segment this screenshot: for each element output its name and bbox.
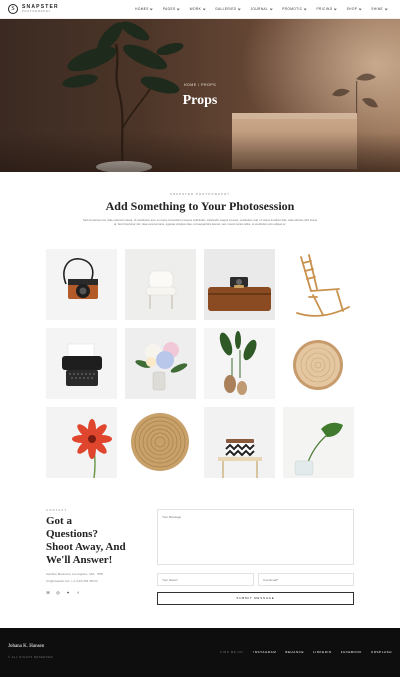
- intro-kicker: SNAPSTER PHOTOGRAPHY: [169, 192, 231, 196]
- chevron-down-icon: [150, 8, 153, 11]
- twitter-icon[interactable]: ✦: [66, 590, 70, 595]
- grid-item-plant-vases[interactable]: [204, 328, 275, 399]
- grid-item-typewriter[interactable]: [46, 328, 117, 399]
- nav-label: SHINE: [371, 7, 383, 11]
- nav-item-pricing[interactable]: PRICING: [312, 7, 342, 11]
- message-field[interactable]: [157, 509, 354, 565]
- brand-sub: PHOTOGRAPHY: [22, 9, 51, 13]
- submit-button[interactable]: SUBMIT MESSAGE: [157, 591, 354, 605]
- logo-mark: S: [8, 4, 18, 14]
- chevron-down-icon: [358, 8, 361, 11]
- chevron-down-icon: [269, 8, 272, 11]
- grid-item-woven-placemat[interactable]: [125, 407, 196, 478]
- intro-title: Add Something to Your Photosession: [105, 199, 295, 213]
- facebook-icon[interactable]: f: [76, 590, 80, 595]
- social-icons: ✉ ◎ ✦ f: [46, 590, 126, 595]
- chevron-down-icon: [304, 8, 307, 11]
- contact-kicker: CONTACT: [46, 508, 68, 512]
- grid-item-camera-strap[interactable]: [46, 249, 117, 320]
- footer-links: FIND ME ON: INSTAGRAM BEHANCE LINKEDIN F…: [220, 650, 392, 654]
- props-grid: [46, 249, 354, 478]
- nav-label: HOMES: [135, 7, 149, 11]
- nav-item-journal[interactable]: JOURNAL: [245, 7, 277, 11]
- chevron-down-icon: [202, 8, 205, 11]
- nav-label: JOURNAL: [250, 7, 269, 11]
- contact-info: CONTACT Got a Questions? Shoot Away, And…: [46, 508, 126, 595]
- contact-form: SUBMIT MESSAGE: [157, 509, 354, 605]
- footer-link-facebook[interactable]: FACEBOOK: [341, 650, 362, 654]
- nav-label: PROMOTIC: [282, 7, 303, 11]
- intro-section: SNAPSTER PHOTOGRAPHY Add Something to Yo…: [0, 192, 400, 227]
- brand-logo[interactable]: S SNAPSTER PHOTOGRAPHY: [8, 4, 59, 14]
- name-field[interactable]: [157, 573, 254, 586]
- email-field[interactable]: [257, 573, 354, 586]
- nav-item-work[interactable]: WORK: [185, 7, 211, 11]
- page-title: Props: [182, 92, 218, 108]
- nav-item-galleries[interactable]: GALLERIES: [210, 7, 245, 11]
- contact-phone-email[interactable]: info@snapster.com | +1 (123) 456 789 00: [46, 579, 126, 583]
- footer-link-unsplash[interactable]: UNSPLASH: [371, 650, 392, 654]
- chevron-down-icon: [384, 8, 387, 11]
- grid-item-stool-basket[interactable]: [204, 407, 275, 478]
- grid-item-white-chair[interactable]: [125, 249, 196, 320]
- footer-copyright: © ALL RIGHTS RESERVED: [8, 656, 54, 659]
- nav-label: PRICING: [316, 7, 333, 11]
- nav-label: SHOP: [346, 7, 358, 11]
- chevron-down-icon: [237, 8, 240, 11]
- grid-item-camera-suitcase[interactable]: [204, 249, 275, 320]
- footer-link-instagram[interactable]: INSTAGRAM: [253, 650, 276, 654]
- nav-item-promotic[interactable]: PROMOTIC: [277, 7, 311, 11]
- site-header: S SNAPSTER PHOTOGRAPHY HOMES PAGES WORK …: [0, 0, 400, 19]
- find-label: FIND ME ON:: [220, 650, 245, 654]
- chevron-down-icon: [334, 8, 337, 11]
- grid-item-flower-vase[interactable]: [125, 328, 196, 399]
- brand-name: SNAPSTER: [22, 3, 59, 10]
- nav-item-shop[interactable]: SHOP: [342, 7, 367, 11]
- nav-label: GALLERIES: [215, 7, 237, 11]
- intro-text: Sed id pulvinar nisl, vitae euismod mass…: [82, 219, 318, 227]
- grid-item-gerbera-flower[interactable]: [46, 407, 117, 478]
- grid-item-wood-slice[interactable]: [283, 328, 354, 399]
- footer-link-behance[interactable]: BEHANCE: [285, 650, 304, 654]
- main-nav: HOMES PAGES WORK GALLERIES JOURNAL PROMO…: [130, 7, 392, 11]
- grid-item-monstera-leaf[interactable]: [283, 407, 354, 478]
- nav-item-homes[interactable]: HOMES: [130, 7, 158, 11]
- footer-name: Johana K. Hansen: [8, 644, 45, 649]
- contact-address: Hamilton Boulevard, Los Angeles, USA · 7…: [46, 572, 104, 576]
- nav-label: PAGES: [162, 7, 176, 11]
- contact-title: Got a Questions? Shoot Away, And We'll A…: [46, 515, 126, 566]
- breadcrumb[interactable]: HOME / PROPS: [184, 83, 216, 87]
- nav-label: WORK: [189, 7, 202, 11]
- chevron-down-icon: [177, 8, 180, 11]
- site-footer: Johana K. Hansen © ALL RIGHTS RESERVED F…: [0, 628, 400, 677]
- grid-item-rocking-chair[interactable]: [283, 249, 354, 320]
- hero-content: HOME / PROPS Props: [0, 19, 400, 172]
- form-row: [157, 573, 354, 586]
- instagram-icon[interactable]: ◎: [56, 590, 60, 595]
- nav-item-shine[interactable]: SHINE: [366, 7, 392, 11]
- mail-icon[interactable]: ✉: [46, 590, 50, 595]
- footer-link-linkedin[interactable]: LINKEDIN: [313, 650, 332, 654]
- nav-item-pages[interactable]: PAGES: [158, 7, 185, 11]
- hero-banner: HOME / PROPS Props: [0, 19, 400, 172]
- logo-text: SNAPSTER PHOTOGRAPHY: [22, 3, 59, 14]
